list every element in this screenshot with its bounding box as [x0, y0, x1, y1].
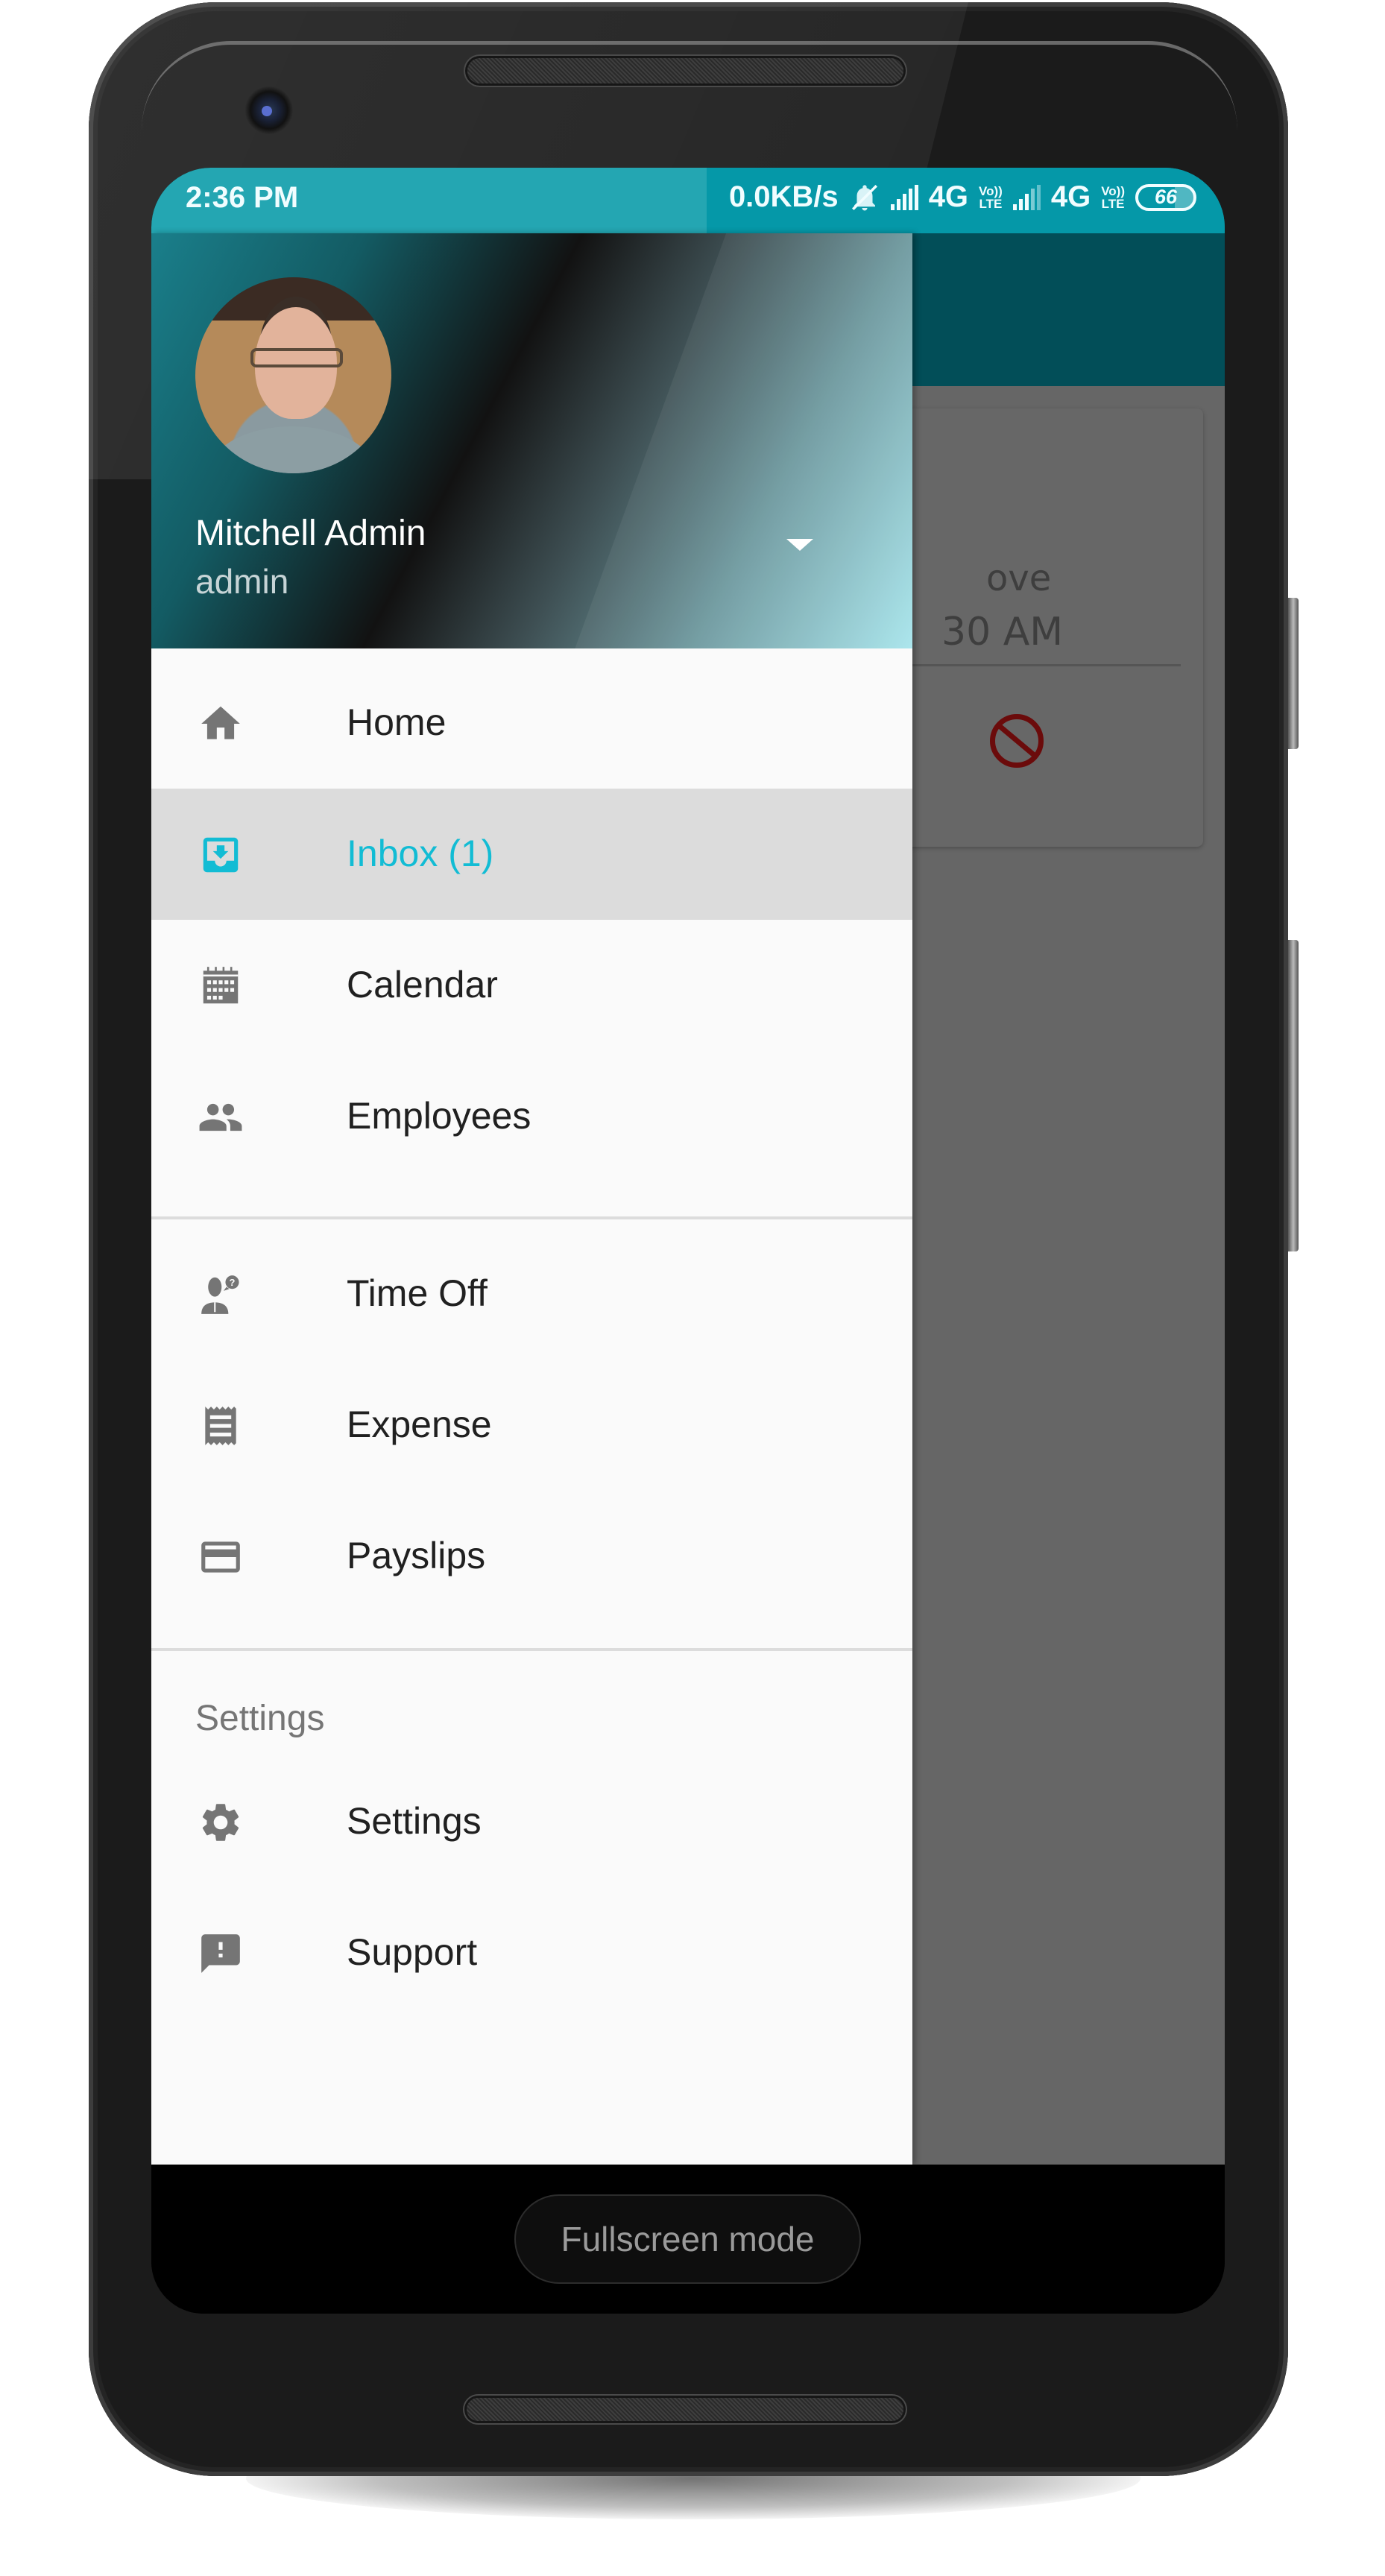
- net-speed: 0.0KB/s: [728, 180, 839, 213]
- drawer-item-inbox[interactable]: Inbox (1): [151, 789, 912, 920]
- drawer-item-label: Employees: [347, 1095, 531, 1137]
- system-nav-area: Fullscreen mode: [151, 2165, 1225, 2314]
- drawer-item-label: Calendar: [347, 964, 498, 1006]
- inbox-icon: [203, 837, 239, 873]
- bottom-speaker: [467, 2398, 903, 2421]
- volte-bottom: LTE: [979, 196, 1003, 211]
- gear-icon: [202, 1804, 239, 1841]
- signal-icon: [890, 184, 918, 210]
- status-bar: 2:36 PM 0.0KB/s 4G Vo)) LTE 4G Vo)) LTE 66: [151, 168, 1225, 233]
- volte-icon: Vo)) LTE: [979, 185, 1003, 210]
- fullscreen-mode-button[interactable]: Fullscreen mode: [514, 2194, 861, 2284]
- drawer-item-label: Support: [347, 1931, 478, 1973]
- avatar-glasses: [250, 348, 343, 367]
- card-title: ove: [986, 558, 1052, 599]
- sim2-network: 4G: [1050, 180, 1091, 213]
- status-icons: 0.0KB/s 4G Vo)) LTE 4G Vo)) LTE 66: [729, 180, 1196, 214]
- drawer-section-settings: Settings: [195, 1699, 325, 1738]
- card-time: 30 AM: [941, 610, 1064, 654]
- drawer-item-employees[interactable]: Employees: [151, 1051, 912, 1182]
- avatar-shirt: [210, 426, 374, 473]
- notifications-muted-icon: [851, 184, 877, 210]
- drawer-item-calendar[interactable]: Calendar: [151, 920, 912, 1051]
- receipt-icon: [205, 1407, 236, 1445]
- volte-top: Vo)): [1101, 183, 1125, 198]
- volte-bottom: LTE: [1101, 196, 1125, 211]
- svg-text:?: ?: [230, 1277, 236, 1288]
- drawer-item-label: Expense: [347, 1404, 492, 1445]
- account-dropdown-icon[interactable]: [786, 539, 813, 551]
- drawer-item-expense[interactable]: Expense: [151, 1360, 912, 1491]
- battery-icon: 66: [1135, 183, 1196, 211]
- drawer-header: Mitchell Admin admin: [151, 233, 912, 648]
- drawer-item-settings[interactable]: Settings: [151, 1756, 912, 1887]
- volte-icon: Vo)) LTE: [1101, 185, 1125, 210]
- calendar-icon: [203, 967, 239, 1004]
- drawer-divider: [151, 1648, 912, 1651]
- user-login: admin: [195, 562, 289, 601]
- feedback-icon: [201, 1934, 240, 1973]
- front-camera: [245, 86, 293, 134]
- drawer-item-label: Payslips: [347, 1535, 486, 1576]
- phone-screen: 2:36 PM 0.0KB/s 4G Vo)) LTE 4G Vo)) LTE 66…: [151, 168, 1225, 2314]
- block-icon[interactable]: [990, 714, 1044, 768]
- drawer-item-label: Inbox (1): [347, 833, 494, 874]
- drawer-item-payslips[interactable]: Payslips: [151, 1491, 912, 1622]
- time-off-icon: ?: [201, 1275, 239, 1314]
- phone-top-rim: [142, 41, 1237, 134]
- people-icon: [199, 1103, 242, 1131]
- sim1-network: 4G: [928, 180, 969, 213]
- earpiece-speaker: [467, 58, 903, 83]
- signal-icon: [1012, 184, 1041, 210]
- navigation-drawer: Mitchell Admin admin Home Inbox (1) Cale…: [151, 233, 912, 2165]
- drawer-item-home[interactable]: Home: [151, 657, 912, 789]
- avatar[interactable]: [195, 277, 391, 473]
- drawer-item-label: Home: [347, 701, 447, 743]
- drawer-item-label: Time Off: [347, 1272, 488, 1314]
- volte-top: Vo)): [979, 183, 1003, 198]
- drawer-item-time-off[interactable]: ? Time Off: [151, 1228, 912, 1360]
- drawer-item-label: Settings: [347, 1800, 482, 1842]
- status-time: 2:36 PM: [186, 181, 299, 214]
- drawer-item-support[interactable]: Support: [151, 1887, 912, 2018]
- home-icon: [201, 706, 240, 739]
- power-button: [1288, 598, 1299, 749]
- drawer-divider: [151, 1216, 912, 1219]
- credit-card-icon: [201, 1541, 240, 1573]
- volume-button: [1288, 940, 1299, 1251]
- user-name: Mitchell Admin: [195, 514, 426, 553]
